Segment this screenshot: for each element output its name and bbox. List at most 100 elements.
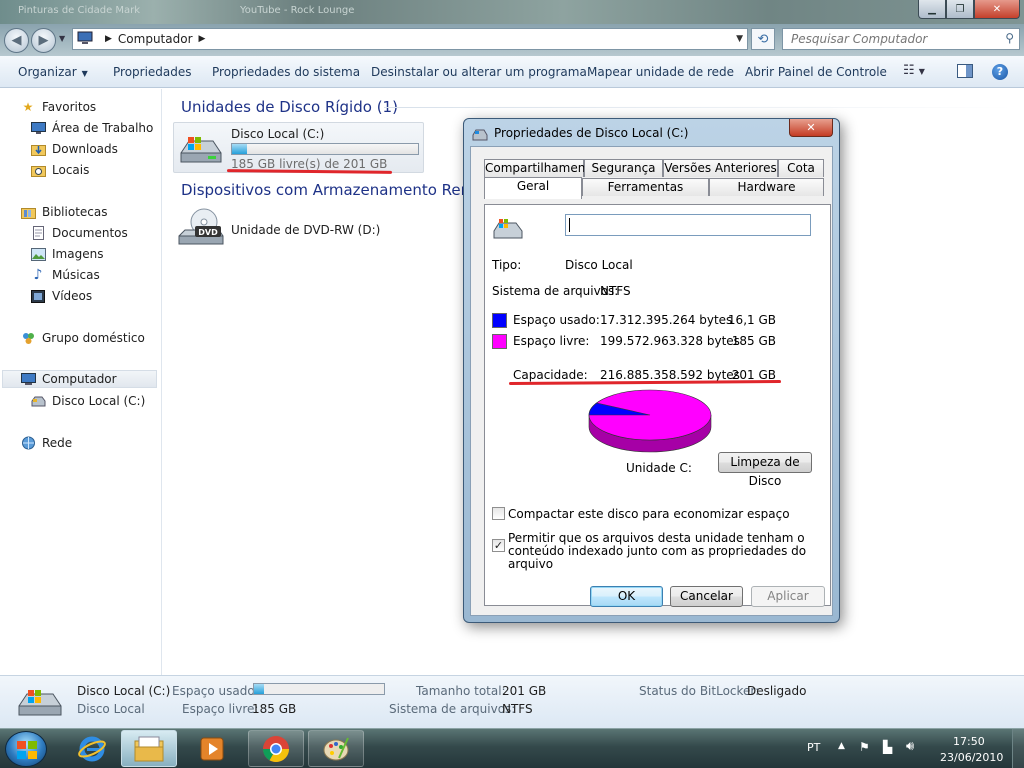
disk-cleanup-button[interactable]: Limpeza de Disco: [718, 452, 812, 488]
window-controls: ▁ ❐ ✕: [918, 0, 1020, 19]
restore-icon: ❐: [955, 3, 965, 15]
nav-desktop[interactable]: Área de Trabalho: [30, 119, 153, 137]
dialog-close-button[interactable]: ✕: [789, 119, 833, 137]
windows-drive-icon: [178, 133, 224, 170]
volume-name-input[interactable]: [565, 214, 811, 236]
close-icon: ✕: [992, 3, 1002, 15]
capacity-label: Capacidade:: [513, 368, 588, 382]
nav-documents-label: Documentos: [52, 226, 128, 240]
hard-disk-group-header[interactable]: Unidades de Disco Rígido (1): [181, 98, 398, 116]
hard-drive-icon: [30, 394, 46, 408]
breadcrumb-chevron-icon[interactable]: ▶: [199, 34, 206, 44]
recent-pages-chevron-icon[interactable]: ▼: [59, 34, 65, 43]
change-view-button[interactable]: ☷ ▼: [903, 63, 925, 78]
forward-arrow-icon: ▶: [38, 33, 49, 48]
nav-network-label: Rede: [42, 436, 73, 450]
minimize-button[interactable]: ▁: [918, 0, 946, 19]
show-hidden-icons-icon[interactable]: ▲: [838, 741, 845, 751]
organize-button[interactable]: Organizar ▼: [18, 65, 88, 79]
tab-general[interactable]: Geral: [484, 177, 582, 199]
properties-button[interactable]: Propriedades: [113, 65, 192, 79]
details-usage-bar: [253, 683, 385, 695]
used-space-swatch: [492, 313, 507, 328]
taskbar-windows-explorer[interactable]: [121, 730, 177, 767]
drive-c-usage-fill: [232, 144, 247, 154]
refresh-button[interactable]: ⟲: [751, 28, 775, 50]
preview-pane-button[interactable]: [957, 64, 973, 78]
volume-icon[interactable]: 🔊︎: [906, 739, 914, 754]
group-divider: [384, 107, 1014, 108]
nav-pictures[interactable]: Imagens: [30, 245, 103, 263]
free-space-bytes: 199.572.963.328 bytes: [600, 334, 740, 348]
drive-c-usage-bar: [231, 143, 419, 155]
nav-desktop-label: Área de Trabalho: [52, 121, 154, 135]
show-desktop-button[interactable]: [1012, 729, 1024, 768]
back-button[interactable]: ◀: [4, 28, 29, 53]
separator: [490, 491, 810, 492]
breadcrumb-computer[interactable]: Computador: [118, 32, 193, 46]
taskbar-chrome[interactable]: [248, 730, 304, 767]
nav-local-disk[interactable]: Disco Local (C:): [30, 392, 145, 410]
internet-explorer-icon: [78, 736, 106, 761]
nav-downloads[interactable]: Downloads: [30, 140, 118, 158]
removable-group-header[interactable]: Dispositivos com Armazenamento Removível…: [181, 181, 463, 199]
nav-favorites-label: Favoritos: [42, 100, 97, 114]
maximize-button[interactable]: ❐: [946, 0, 974, 19]
cancel-button[interactable]: Cancelar: [670, 586, 743, 607]
taskbar-paint[interactable]: [308, 730, 364, 767]
tab-tools[interactable]: Ferramentas: [582, 178, 709, 196]
tab-sharing[interactable]: Compartilhamento: [484, 159, 597, 177]
drive-c-tile[interactable]: Disco Local (C:) 185 GB livre(s) de 201 …: [173, 122, 424, 173]
search-icon[interactable]: ⚲: [1005, 31, 1014, 45]
nav-documents[interactable]: Documentos: [30, 224, 128, 242]
nav-computer[interactable]: Computador: [2, 370, 157, 388]
system-properties-button[interactable]: Propriedades do sistema: [212, 65, 360, 79]
tab-previous-versions[interactable]: Versões Anteriores: [663, 159, 778, 177]
nav-libraries-label: Bibliotecas: [42, 205, 108, 219]
search-input[interactable]: Pesquisar Computador ⚲: [782, 28, 1020, 50]
compress-label[interactable]: Compactar este disco para economizar esp…: [508, 507, 790, 521]
red-underline-annotation: [226, 169, 393, 174]
action-center-flag-icon[interactable]: ⚑: [859, 740, 870, 754]
drive-icon: [472, 128, 488, 144]
uninstall-program-button[interactable]: Desinstalar ou alterar um programa: [371, 65, 587, 79]
address-bar[interactable]: ▶ Computador ▶ ▼: [72, 28, 748, 50]
dvd-drive-name[interactable]: Unidade de DVD-RW (D:): [231, 223, 380, 237]
index-label[interactable]: Permitir que os arquivos desta unidade t…: [508, 532, 808, 571]
nav-favorites[interactable]: ★ Favoritos: [20, 98, 97, 116]
nav-videos[interactable]: Vídeos: [30, 287, 92, 305]
apply-button[interactable]: Aplicar: [751, 586, 825, 607]
taskbar-media-player[interactable]: [184, 730, 240, 767]
close-button[interactable]: ✕: [974, 0, 1020, 19]
compress-checkbox[interactable]: [492, 507, 505, 520]
clock-date[interactable]: 23/06/2010: [940, 751, 1003, 764]
title-bar: Pinturas de Cidade Mark YouTube - Rock L…: [0, 0, 1024, 24]
music-note-icon: ♪: [33, 267, 43, 283]
tab-security[interactable]: Segurança: [584, 159, 663, 177]
open-control-panel-button[interactable]: Abrir Painel de Controle: [745, 65, 887, 79]
ok-button[interactable]: OK: [590, 586, 663, 607]
start-button[interactable]: [5, 731, 47, 767]
index-checkbox[interactable]: ✓: [492, 539, 505, 552]
dialog-title: Propriedades de Disco Local (C:): [494, 126, 689, 140]
nav-libraries[interactable]: Bibliotecas: [20, 203, 107, 221]
forward-button[interactable]: ▶: [31, 28, 56, 53]
language-indicator[interactable]: PT: [807, 741, 820, 754]
map-network-drive-button[interactable]: Mapear unidade de rede: [587, 65, 734, 79]
windows-drive-icon: [492, 217, 524, 244]
text-cursor: [569, 218, 570, 232]
folder-icon: [134, 736, 164, 761]
clock-time[interactable]: 17:50: [953, 735, 985, 748]
taskbar-internet-explorer[interactable]: [64, 730, 120, 767]
help-button[interactable]: ?: [992, 64, 1008, 80]
address-dropdown-icon[interactable]: ▼: [736, 34, 743, 44]
star-icon: ★: [22, 100, 34, 114]
network-tray-icon[interactable]: ▙: [883, 740, 892, 754]
breadcrumb-separator-icon[interactable]: ▶: [105, 34, 112, 44]
tab-hardware[interactable]: Hardware: [709, 178, 824, 196]
nav-network[interactable]: Rede: [20, 434, 72, 452]
nav-homegroup[interactable]: Grupo doméstico: [20, 329, 145, 347]
tab-quota[interactable]: Cota: [778, 159, 824, 177]
nav-music[interactable]: ♪ Músicas: [30, 266, 100, 284]
nav-places[interactable]: Locais: [30, 161, 89, 179]
